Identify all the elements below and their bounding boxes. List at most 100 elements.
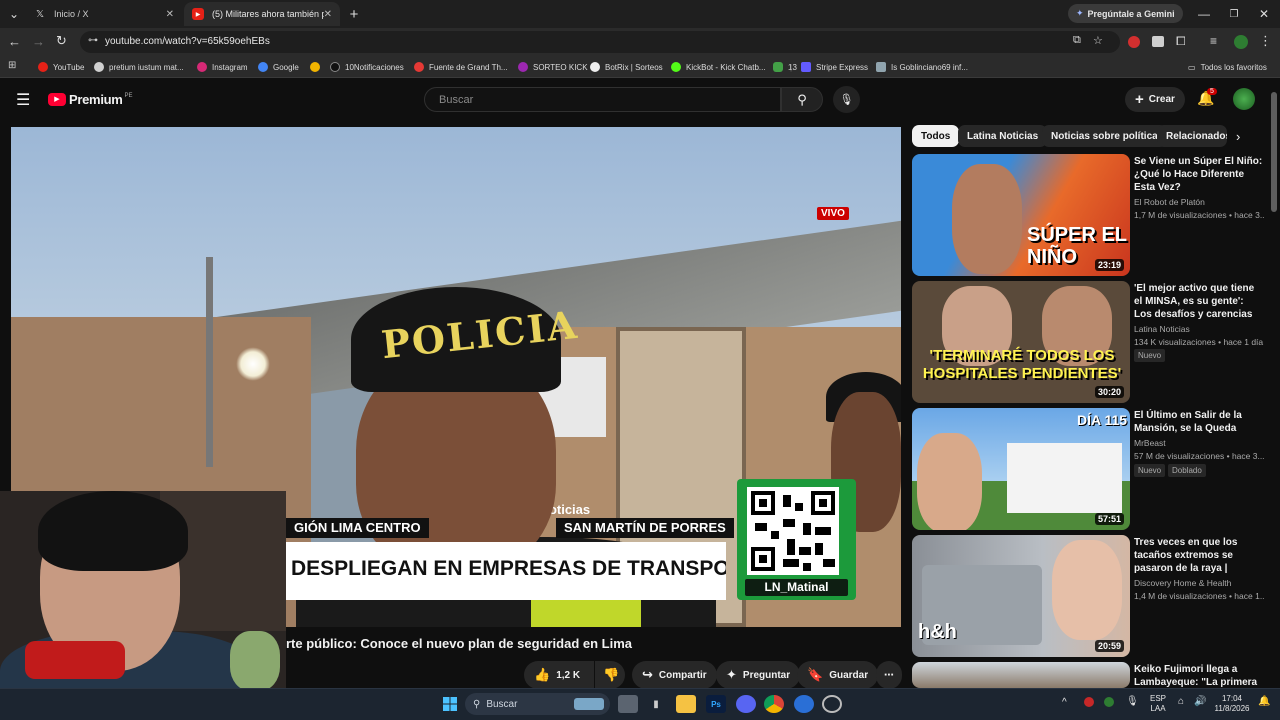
close-window-icon[interactable]: ✕ [1252,4,1276,24]
all-bookmarks-folder[interactable]: ▭ Todos los favoritos [1188,60,1267,74]
more-actions-button[interactable]: ⋯ [876,661,902,689]
channel-name[interactable]: MrBeast [1134,438,1166,448]
create-button[interactable]: + Crear [1125,87,1185,112]
bookmark-item[interactable]: BotRix | Sorteos [590,60,663,74]
video-thumbnail[interactable]: h&h 20:59 [912,535,1130,657]
tab-search-icon[interactable]: ⌄ [2,4,26,24]
tray-mic-icon[interactable]: 🎙 [1126,697,1139,707]
share-button[interactable]: ↪ Compartir [632,661,717,689]
bookmark-item[interactable]: KickBot - Kick Chatb... [671,60,766,74]
chip-latina-noticias[interactable]: Latina Noticias [958,125,1048,147]
chip-todos[interactable]: Todos [912,125,960,147]
file-explorer-icon[interactable] [676,695,696,713]
video-card-title[interactable]: 'El mejor activo que tiene el MINSA, es … [1134,282,1264,322]
channel-name[interactable]: El Robot de Platón [1134,197,1205,207]
video-thumbnail[interactable]: 'TERMINARÉ TODOS LOS HOSPITALES PENDIENT… [912,281,1130,403]
like-button[interactable]: 👍 1,2 K [524,661,594,689]
site-info-icon[interactable]: ⊶ [88,35,98,46]
bookmark-item[interactable]: 10Notificaciones [330,60,404,74]
video-card-title[interactable]: Tres veces en que los tacaños extremos s… [1134,536,1264,576]
task-view-icon[interactable] [618,695,638,713]
tray-app-icon[interactable] [1104,697,1114,707]
tray-app-icon[interactable] [1084,697,1094,707]
search-input[interactable]: Buscar [424,87,781,112]
minimize-icon[interactable]: — [1192,4,1216,24]
chevron-right-icon[interactable]: › [1236,129,1240,144]
video-thumbnail[interactable] [912,662,1130,688]
reading-list-icon[interactable]: ≡ [1210,34,1217,48]
share-icon: ↪ [642,667,653,682]
channel-name[interactable]: Discovery Home & Health [1134,578,1231,588]
taskbar-search[interactable]: ⚲ Buscar [465,693,610,715]
plus-icon: + [1135,91,1144,108]
video-thumbnail[interactable]: SÚPER EL NIÑO 23:19 [912,154,1130,276]
back-icon[interactable]: ← [8,34,21,49]
recommended-video[interactable]: 'TERMINARÉ TODOS LOS HOSPITALES PENDIENT… [912,281,1267,403]
new-tab-button[interactable]: + [342,4,366,24]
language-indicator[interactable]: ESP LAA [1150,694,1166,714]
chrome-icon[interactable] [764,695,784,713]
youtube-premium-logo[interactable]: ▶ Premium PE [48,92,133,107]
chip-noticias-politica[interactable]: Noticias sobre política [1042,125,1167,147]
voice-search-button[interactable]: 🎙 [833,86,860,113]
bookmark-item[interactable]: Instagram [197,60,248,74]
notification-center-icon[interactable]: 🔔 [1258,697,1270,707]
extension-icon[interactable] [1128,36,1140,48]
app-icon[interactable] [822,695,842,713]
channel-name[interactable]: Latina Noticias [1134,324,1190,334]
discord-icon[interactable] [736,695,756,713]
bookmark-item[interactable]: Fuente de Grand Th... [414,60,508,74]
recommended-video[interactable]: SÚPER EL NIÑO 23:19 Se Viene un Súper El… [912,154,1267,276]
gemini-button[interactable]: ✦ Pregúntale a Gemini [1068,4,1183,23]
apps-grid-icon[interactable]: ⊞ [8,60,16,71]
bookmark-item[interactable]: Google [258,60,299,74]
recommended-video[interactable]: h&h 20:59 Tres veces en que los tacaños … [912,535,1267,657]
bookmark-item[interactable]: pretium iustum mat... [94,60,184,74]
menu-dots-icon[interactable]: ⋮ [1259,33,1272,49]
video-card-title[interactable]: Keiko Fujimori llega a Lambayeque: "La p… [1134,663,1264,688]
bookmark-star-icon[interactable]: ☆ [1093,34,1103,47]
bookmark-item[interactable] [310,60,325,74]
dislike-button[interactable]: 👎 [595,661,625,689]
search-button[interactable]: ⚲ [781,87,823,112]
close-tab-icon[interactable]: ✕ [166,9,174,20]
profile-avatar[interactable] [1234,35,1248,49]
bookmark-item[interactable]: SORTEO KICK [518,60,588,74]
tray-chevron-icon[interactable]: ^ [1062,698,1067,708]
app-icon[interactable] [794,695,814,713]
qr-code-panel: LN_Matinal [737,479,856,600]
chip-relacionados[interactable]: Relacionados [1157,125,1227,147]
hamburger-menu-icon[interactable]: ☰ [16,90,30,110]
taskbar-search-label: Buscar [486,698,518,710]
app-icon[interactable]: ▮ [646,695,666,713]
close-tab-icon[interactable]: ✕ [324,9,332,20]
windows-start-icon[interactable] [440,695,460,713]
thumb-mansion [1007,443,1122,513]
bookmark-item[interactable]: 13 [773,60,797,74]
network-icon[interactable]: ⌂ [1178,697,1184,707]
ask-button[interactable]: ✦ Preguntar [716,661,801,689]
recommended-video[interactable]: Keiko Fujimori llega a Lambayeque: "La p… [912,662,1267,688]
video-card-title[interactable]: El Último en Salir de la Mansión, se la … [1134,409,1264,435]
bookmark-item[interactable]: YouTube [38,60,84,74]
install-icon[interactable]: ⧉ [1073,34,1081,47]
tab-youtube-active[interactable]: ▶ (5) Militares ahora también pro ✕ [184,2,340,26]
page-scrollbar[interactable] [1271,92,1277,212]
photoshop-icon[interactable]: Ps [706,695,726,713]
bookmark-item[interactable]: Is Goblinciano69 inf... [876,60,968,74]
clock[interactable]: 17:04 11/8/2026 [1210,694,1254,714]
address-bar[interactable]: ⊶ youtube.com/watch?v=65k59oehEBs ⧉ ☆ [80,31,1120,53]
reload-icon[interactable]: ↻ [56,33,67,49]
volume-icon[interactable]: 🔊 [1194,697,1206,707]
account-avatar[interactable] [1233,88,1255,110]
video-thumbnail[interactable]: DÍA 115 57:51 [912,408,1130,530]
restore-icon[interactable]: ❐ [1222,4,1246,24]
tab-inicio-x[interactable]: 𝕏 Inicio / X ✕ [26,2,182,26]
save-button[interactable]: 🔖 Guardar [797,661,879,689]
bookmark-item[interactable]: Stripe Express [801,60,868,74]
puzzle-icon[interactable]: ⧠ [1176,34,1186,49]
recommended-video[interactable]: DÍA 115 57:51 El Último en Salir de la M… [912,408,1267,530]
forward-icon[interactable]: → [32,34,45,49]
extension-icon[interactable] [1152,36,1164,47]
video-card-title[interactable]: Se Viene un Súper El Niño: ¿Qué lo Hace … [1134,155,1264,194]
